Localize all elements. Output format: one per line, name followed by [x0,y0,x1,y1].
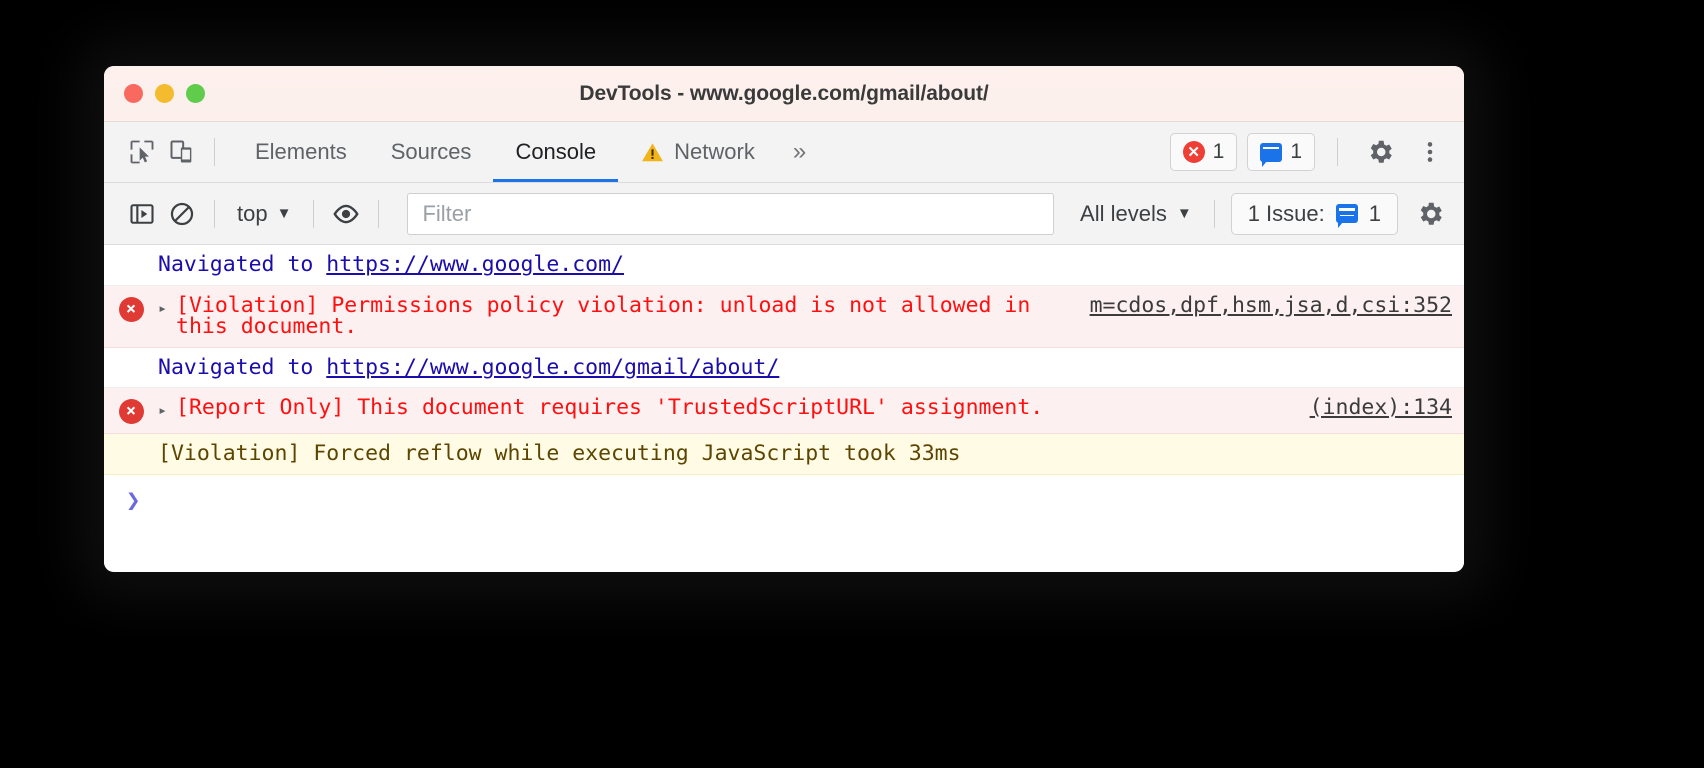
issues-count-value: 1 [1290,140,1302,163]
filterbar-divider-3 [378,199,380,228]
live-expression-eye-icon[interactable] [326,194,366,234]
console-filter-toolbar: top ▼ Filter All levels ▼ 1 Issue: 1 [104,183,1464,245]
expand-arrow-icon[interactable]: ▸ [158,295,176,316]
console-sidebar-icon[interactable] [122,194,162,234]
issues-toolbar-count: 1 [1368,200,1381,226]
filterbar-divider-4 [1213,199,1215,228]
issues-toolbar-button[interactable]: 1 Issue: 1 [1230,192,1398,235]
error-count-badge[interactable]: ✕ 1 [1169,133,1238,171]
execution-context-selector[interactable]: top ▼ [227,201,301,227]
row-gutter: × [104,397,158,424]
traffic-lights [124,84,205,103]
console-output[interactable]: Navigated to https://www.google.com/ × ▸… [104,245,1464,571]
expand-arrow-icon[interactable]: ▸ [158,397,176,418]
tab-sources[interactable]: Sources [369,122,494,182]
row-gutter: × [104,295,158,322]
filter-input[interactable]: Filter [407,192,1055,235]
tab-network[interactable]: Network [618,122,777,182]
console-message: [Violation] Forced reflow while executin… [158,441,961,466]
issues-speech-bubble-icon [1335,204,1358,228]
warning-triangle-icon [640,140,665,165]
row-gutter [104,254,158,256]
console-row-navigation[interactable]: Navigated to https://www.google.com/gmai… [104,347,1464,388]
row-gutter [104,443,158,445]
issues-label: 1 Issue: [1247,200,1325,226]
console-source-link[interactable]: (index):134 [1310,397,1452,419]
chevron-down-icon: ▼ [276,205,292,222]
devtools-tabbar: Elements Sources Console Network » ✕ 1 1 [104,122,1464,183]
tabbar-right-divider [1337,138,1338,166]
console-source-link[interactable]: m=cdos,dpf,hsm,jsa,d,csi:352 [1090,294,1452,317]
window-titlebar: DevTools - www.google.com/gmail/about/ [104,66,1464,122]
filter-placeholder: Filter [422,200,472,226]
filterbar-divider-2 [313,199,315,228]
minimize-window-button[interactable] [155,84,174,103]
issues-count-badge[interactable]: 1 [1247,133,1315,171]
chevron-down-icon: ▼ [1176,205,1192,222]
filterbar-divider-1 [214,199,215,228]
devtools-window: DevTools - www.google.com/gmail/about/ E… [104,66,1464,572]
console-settings-gear-icon[interactable] [1410,194,1450,234]
error-x-icon: × [118,399,144,424]
inspect-cursor-icon[interactable] [122,132,162,172]
issues-speech-bubble-icon [1260,142,1283,167]
error-count-value: 1 [1212,140,1225,163]
console-row-navigation[interactable]: Navigated to https://www.google.com/ [104,245,1464,286]
console-prompt-row[interactable]: ❯ [104,474,1464,521]
device-toolbar-icon[interactable] [162,132,202,172]
screen-background: DevTools - www.google.com/gmail/about/ E… [0,0,1704,768]
log-level-label: All levels [1080,200,1167,226]
tabbar-divider [214,138,215,166]
tab-elements[interactable]: Elements [233,122,369,182]
tab-sources-label: Sources [390,139,472,164]
navigated-url-link[interactable]: https://www.google.com/ [326,252,624,277]
console-message: Navigated to https://www.google.com/ [158,254,1452,276]
gear-icon[interactable] [1360,132,1400,172]
prompt-caret-icon: ❯ [126,485,141,514]
error-x-icon: × [118,296,144,322]
console-row-warning[interactable]: [Violation] Forced reflow while executin… [104,434,1464,475]
close-window-button[interactable] [124,84,143,103]
navigated-url-link[interactable]: https://www.google.com/gmail/about/ [326,355,779,380]
clear-console-icon[interactable] [162,194,202,234]
error-x-icon: ✕ [1182,141,1205,163]
console-row-error[interactable]: × ▸ [Violation] Permissions policy viola… [104,285,1464,348]
execution-context-label: top [237,200,268,226]
navigated-prefix: Navigated to [158,354,327,380]
devtools-tabs: Elements Sources Console Network » [233,122,822,182]
console-message: [Violation] Permissions policy violation… [176,292,1044,339]
more-tabs-button[interactable]: » [777,138,822,166]
window-title: DevTools - www.google.com/gmail/about/ [579,81,989,105]
tab-console-label: Console [515,139,597,164]
console-message: [Report Only] This document requires 'Tr… [176,395,1044,420]
tabbar-right-controls: ✕ 1 1 [1169,132,1464,172]
row-gutter [104,357,158,359]
kebab-menu-icon[interactable] [1410,132,1450,172]
tab-elements-label: Elements [255,139,347,164]
console-row-error[interactable]: × ▸ [Report Only] This document requires… [104,388,1464,434]
tab-network-label: Network [674,139,755,164]
tab-console[interactable]: Console [493,122,618,182]
maximize-window-button[interactable] [186,84,205,103]
log-level-selector[interactable]: All levels ▼ [1070,201,1202,227]
console-message: Navigated to https://www.google.com/gmai… [158,354,1452,380]
navigated-prefix: Navigated to [158,252,327,277]
